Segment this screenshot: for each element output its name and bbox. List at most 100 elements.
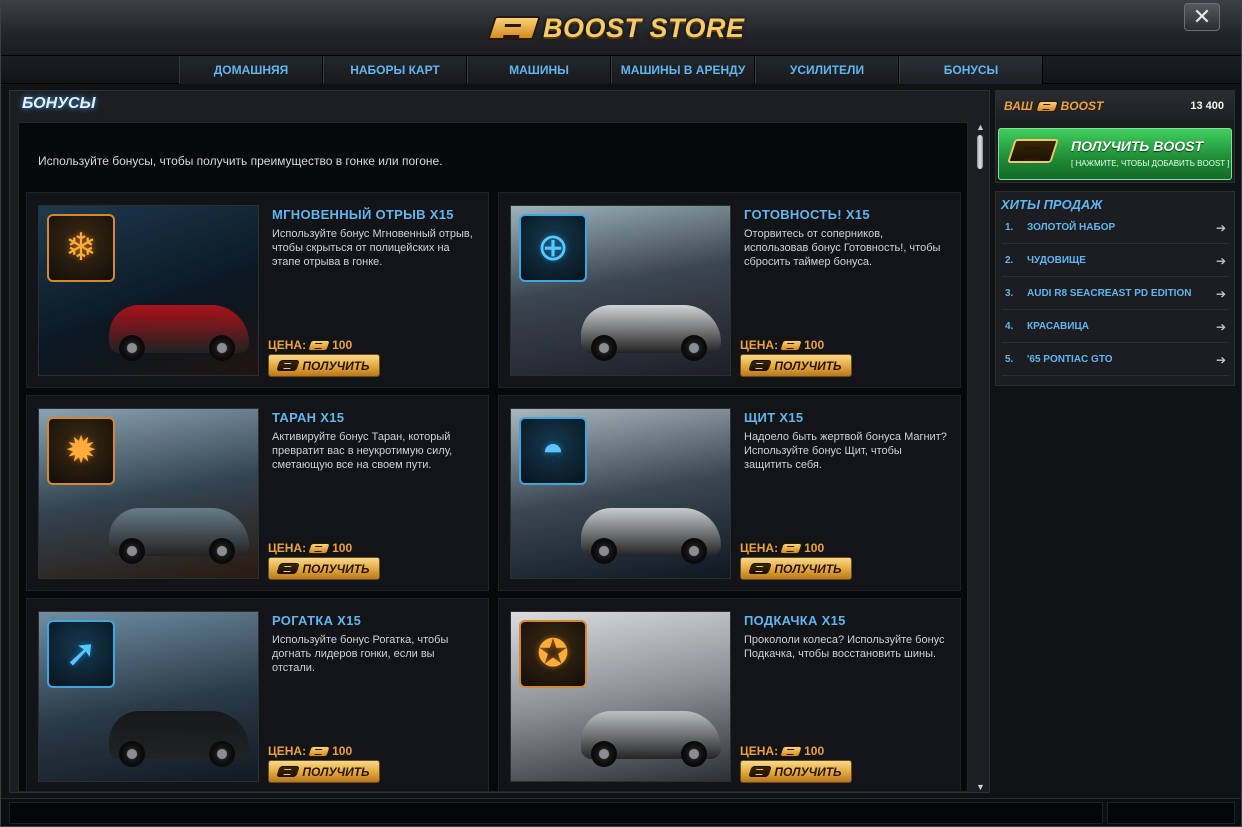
- bonus-card: ⊕ ГОТОВНОСТЬ! X15 Оторвитесь от соперников…: [498, 192, 961, 388]
- buy-button[interactable]: ПОЛУЧИТЬ: [740, 557, 852, 580]
- buy-label: ПОЛУЧИТЬ: [774, 358, 842, 373]
- buy-label: ПОЛУЧИТЬ: [302, 561, 370, 576]
- bonus-image: ⊕: [510, 205, 731, 376]
- arrow-right-icon: ➔: [1215, 221, 1226, 235]
- boost-logo-icon: [276, 766, 301, 777]
- boost-logo-icon: [487, 16, 541, 40]
- bestsellers-title: ХИТЫ ПРОДАЖ: [1001, 197, 1103, 212]
- boost-logo-icon: [779, 339, 803, 351]
- bonus-description: Надоело быть жертвой бонуса Магнит? Испо…: [744, 431, 947, 471]
- bestseller-item[interactable]: 2. ЧУДОВИЩЕ ➔: [1002, 245, 1229, 277]
- get-boost-button[interactable]: ПОЛУЧИТЬ BOOST [ НАЖМИТЕ, ЧТОБЫ ДОБАВИТЬ…: [998, 128, 1232, 180]
- bestseller-name: ЧУДОВИЩЕ: [1027, 255, 1086, 266]
- wheel-shape: [209, 741, 235, 767]
- wheel-shape: [119, 538, 145, 564]
- price-label: ЦЕНА:: [268, 744, 307, 758]
- boost-logo-icon: [779, 542, 803, 554]
- nav-tab-6[interactable]: БОНУСЫ: [899, 56, 1043, 84]
- buy-label: ПОЛУЧИТЬ: [302, 358, 370, 373]
- scroll-down-icon[interactable]: ▼: [976, 782, 985, 792]
- bonus-price: ЦЕНА: 100: [268, 744, 352, 758]
- wheel-shape: [209, 538, 235, 564]
- boost-logo-icon: [748, 766, 773, 777]
- price-value: 100: [332, 744, 353, 758]
- scroll-up-icon[interactable]: ▲: [976, 122, 985, 132]
- buy-label: ПОЛУЧИТЬ: [774, 561, 842, 576]
- wheel-shape: [681, 741, 707, 767]
- intro-text: Используйте бонусы, чтобы получить преим…: [38, 154, 443, 168]
- scroll-thumb[interactable]: [977, 135, 983, 169]
- status-field-right: [1107, 802, 1235, 824]
- bonus-description: Используйте бонус Рогатка, чтобы догнать…: [272, 634, 449, 674]
- bestseller-rank: 3.: [1005, 288, 1014, 299]
- nav-tab-2[interactable]: НАБОРЫ КАРТ: [323, 56, 467, 84]
- bonus-image: ✹: [38, 408, 259, 579]
- badge-glyph: ✪: [537, 633, 569, 675]
- wheel-shape: [591, 538, 617, 564]
- wheel-shape: [119, 741, 145, 767]
- boost-balance-panel: ВАШ BOOST 13 400 ПОЛУЧИТЬ BOOST [ НАЖМИТ…: [995, 90, 1235, 183]
- shield-dome-icon: ◓: [519, 417, 587, 485]
- bestseller-rank: 1.: [1005, 222, 1014, 233]
- price-label: ЦЕНА:: [740, 744, 779, 758]
- buy-label: ПОЛУЧИТЬ: [774, 764, 842, 779]
- boost-balance-label: ВАШ: [1004, 99, 1033, 113]
- arrow-right-icon: ➔: [1215, 287, 1226, 301]
- badge-glyph: ⊕: [537, 227, 569, 269]
- bonus-description: Прокололи колеса? Используйте бонус Подк…: [744, 634, 945, 660]
- arrow-right-icon: ➔: [1215, 254, 1226, 268]
- bonus-price: ЦЕНА: 100: [740, 541, 824, 555]
- main-nav: ДОМАШНЯЯ СТРАНИЦАНАБОРЫ КАРТМАШИНЫМАШИНЫ…: [1, 56, 1241, 105]
- badge-glyph: ➚: [65, 633, 97, 675]
- nav-tab-3[interactable]: МАШИНЫ: [467, 56, 611, 84]
- buy-label: ПОЛУЧИТЬ: [302, 764, 370, 779]
- price-label: ЦЕНА:: [740, 338, 779, 352]
- buy-button[interactable]: ПОЛУЧИТЬ: [740, 760, 852, 783]
- bonus-list: Используйте бонусы, чтобы получить преим…: [18, 122, 968, 792]
- badge-glyph: ✹: [65, 430, 97, 472]
- nav-tab-5[interactable]: УСИЛИТЕЛИ: [755, 56, 899, 84]
- bonus-title: ПОДКАЧКА X15: [744, 613, 846, 628]
- timer-reset-icon: ⊕: [519, 214, 587, 282]
- bonus-card: ✹ ТАРАН X15 Активируйте бонус Таран, котор…: [26, 395, 489, 591]
- bonus-image: ➚: [38, 611, 259, 782]
- bestseller-name: ЗОЛОТОЙ НАБОР: [1027, 222, 1116, 233]
- main-panel: БОНУСЫ Используйте бонусы, чтобы получит…: [9, 90, 990, 793]
- close-button[interactable]: ✕: [1184, 3, 1220, 31]
- bestseller-item[interactable]: 1. ЗОЛОТОЙ НАБОР ➔: [1002, 212, 1229, 244]
- boost-logo-icon: [748, 360, 773, 371]
- bestseller-item[interactable]: 3. AUDI R8 SEACREAST PD EDITION ➔: [1002, 278, 1229, 310]
- boost-store-window: BOOST STORE ✕ ДОМАШНЯЯ СТРАНИЦАНАБОРЫ КА…: [0, 0, 1242, 827]
- bonus-card: ✪ ПОДКАЧКА X15 Прокололи колеса? Используй…: [498, 598, 961, 791]
- buy-button[interactable]: ПОЛУЧИТЬ: [740, 354, 852, 377]
- nav-tab-1[interactable]: ДОМАШНЯЯ СТРАНИЦА: [179, 56, 323, 105]
- bonus-card: ➚ РОГАТКА X15 Используйте бонус Рогатка, ч…: [26, 598, 489, 791]
- buy-button[interactable]: ПОЛУЧИТЬ: [268, 557, 380, 580]
- get-boost-word: BOOST: [1153, 138, 1203, 154]
- page-title: БОНУСЫ: [22, 95, 96, 112]
- bestseller-item[interactable]: 5. '65 PONTIAC GTO ➔: [1002, 344, 1229, 376]
- bonus-price: ЦЕНА: 100: [268, 541, 352, 555]
- bestseller-item[interactable]: 4. КРАСАВИЦА ➔: [1002, 311, 1229, 343]
- nav-tab-4[interactable]: МАШИНЫ В АРЕНДУ: [611, 56, 755, 84]
- slingshot-arrow-icon: ➚: [47, 620, 115, 688]
- badge-glyph: ◓: [541, 430, 565, 472]
- wheel-shape: [209, 335, 235, 361]
- boost-store-logo: BOOST STORE: [487, 12, 745, 44]
- bonus-description: Используйте бонус Мгновенный отрыв, чтоб…: [272, 228, 473, 268]
- bestsellers-panel: ХИТЫ ПРОДАЖ 1. ЗОЛОТОЙ НАБОР ➔ 2. ЧУДОВИЩЕ ➔ 3…: [995, 191, 1235, 386]
- bestseller-name: '65 PONTIAC GTO: [1027, 354, 1113, 365]
- bestseller-rank: 4.: [1005, 321, 1014, 332]
- get-boost-subtitle: [ НАЖМИТЕ, ЧТОБЫ ДОБАВИТЬ BOOST ]: [1071, 159, 1230, 168]
- status-bar: [1, 798, 1241, 826]
- arrow-right-icon: ➔: [1215, 320, 1226, 334]
- get-boost-title: ПОЛУЧИТЬ BOOST: [1071, 138, 1203, 154]
- scrollbar[interactable]: ▲ ▼: [973, 122, 987, 792]
- badge-glyph: ❄: [65, 227, 97, 269]
- price-value: 100: [804, 338, 825, 352]
- bestseller-name: AUDI R8 SEACREAST PD EDITION: [1027, 288, 1192, 299]
- buy-button[interactable]: ПОЛУЧИТЬ: [268, 760, 380, 783]
- boost-logo-icon: [779, 745, 803, 757]
- buy-button[interactable]: ПОЛУЧИТЬ: [268, 354, 380, 377]
- boost-balance-header: ВАШ BOOST 13 400: [996, 91, 1234, 121]
